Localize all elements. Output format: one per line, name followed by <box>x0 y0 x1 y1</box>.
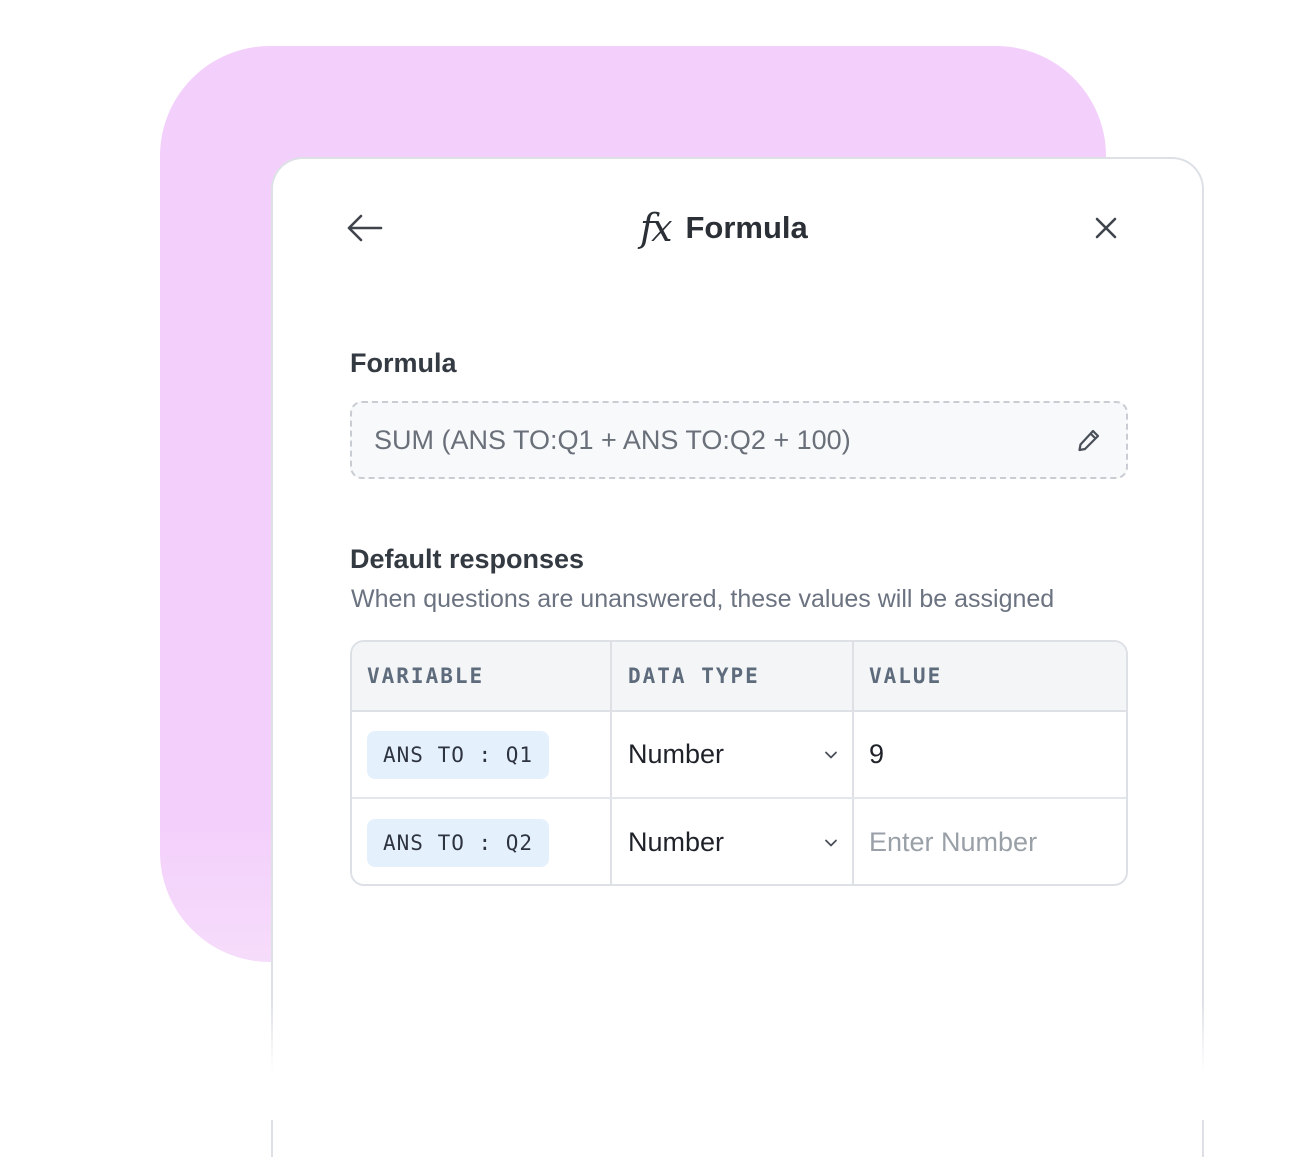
column-header-value: VALUE <box>869 664 943 688</box>
formula-field[interactable]: SUM (ANS TO:Q1 + ANS TO:Q2 + 100) <box>350 401 1128 479</box>
default-responses-helper: When questions are unanswered, these val… <box>351 585 1055 613</box>
variable-chip: ANS TO : Q1 <box>367 730 550 779</box>
chevron-down-icon <box>825 751 837 758</box>
table-row: ANS TO : Q1 Number 9 <box>352 712 1126 799</box>
edit-formula-button[interactable] <box>1074 425 1104 455</box>
column-header-variable: VARIABLE <box>352 642 612 710</box>
column-header-data-type: DATA TYPE <box>612 642 854 710</box>
page-title: Formula <box>685 210 808 245</box>
data-type-select[interactable]: Number <box>628 827 838 858</box>
variable-chip: ANS TO : Q2 <box>367 818 550 867</box>
table-row: ANS TO : Q2 Number <box>352 799 1126 884</box>
value-input[interactable] <box>869 827 1109 858</box>
data-type-select[interactable]: Number <box>628 739 838 770</box>
formula-expression: SUM (ANS TO:Q1 + ANS TO:Q2 + 100) <box>374 424 851 455</box>
panel-fade-overlay <box>262 1000 1222 1120</box>
panel-header: fx Formula <box>640 203 808 253</box>
table-header-row: VARIABLE DATA TYPE VALUE <box>352 642 1126 712</box>
chevron-down-icon <box>825 839 837 846</box>
pencil-icon <box>1078 429 1100 452</box>
function-icon: fx <box>640 206 672 250</box>
default-responses-table: VARIABLE DATA TYPE VALUE ANS TO : Q1 Num… <box>350 640 1128 886</box>
data-type-value: Number <box>628 739 725 769</box>
formula-section-label: Formula <box>350 348 457 378</box>
data-type-value: Number <box>628 827 725 857</box>
back-button[interactable] <box>342 206 386 250</box>
value-field[interactable]: 9 <box>869 739 884 770</box>
default-responses-label: Default responses <box>350 544 585 574</box>
close-icon <box>1095 217 1117 239</box>
close-button[interactable] <box>1084 206 1128 250</box>
arrow-left-icon <box>347 214 383 242</box>
